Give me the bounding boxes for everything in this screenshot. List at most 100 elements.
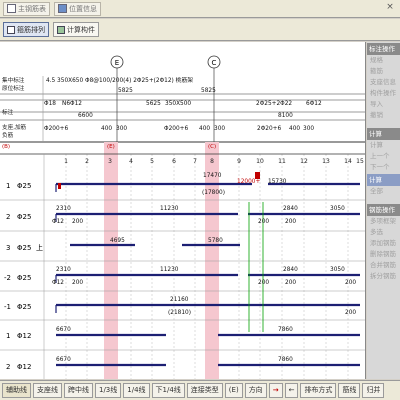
header-text: 300: [116, 126, 127, 132]
bar-label: 5780: [208, 238, 223, 244]
bar-label: (17800): [202, 190, 225, 196]
header-text: Φ200+6: [164, 126, 188, 132]
axis-tick: 9: [237, 158, 241, 165]
axis-c-label: C: [212, 59, 217, 67]
beam-drawing[interactable]: E C 集中标注 原位标注 标注 支座,加筋 负筋 4.5 350X650 Φ8…: [0, 42, 366, 379]
sidebar-section-rebar: 钢筋操作: [367, 204, 400, 216]
row-dia: Φ25: [17, 303, 31, 311]
support-line-button[interactable]: 支座线: [33, 383, 62, 398]
calc-icon: [57, 25, 65, 34]
stirrup-arrange-button[interactable]: 箍筋排列: [3, 22, 49, 37]
header-text: 350X500: [165, 101, 191, 107]
axis-tick: 1: [64, 158, 68, 165]
bar-label: 6670: [56, 327, 71, 333]
close-icon[interactable]: ×: [384, 2, 396, 14]
sidebar-item-delete-rebar[interactable]: 删除钢筋: [367, 249, 400, 260]
axis-tick: 8: [210, 158, 214, 165]
bar-label: 200: [345, 280, 356, 286]
row-label: 集中标注: [2, 76, 25, 84]
drawing-area[interactable]: E C 集中标注 原位标注 标注 支座,加筋 负筋 4.5 350X650 Φ8…: [0, 42, 366, 379]
position-icon: [58, 4, 67, 13]
connection-type-button[interactable]: 连接类型: [186, 383, 223, 398]
bar-label: 200: [258, 219, 269, 225]
direction-button[interactable]: 方向: [244, 383, 267, 398]
axis-tick: 6: [172, 158, 176, 165]
arrow-left-icon[interactable]: ←: [284, 383, 299, 398]
sidebar-item-next[interactable]: 下一个: [367, 162, 400, 173]
axis-tick: 2: [85, 158, 89, 165]
bar-label: 2310: [56, 206, 71, 212]
marker-b: (B): [2, 144, 10, 150]
bar-label: 7860: [278, 357, 293, 363]
header-text: 5825: [201, 88, 216, 94]
sidebar-item-multi-frame[interactable]: 多项框架: [367, 216, 400, 227]
bar-label: 11230: [160, 206, 179, 212]
sidebar-item-spec[interactable]: 规格: [367, 55, 400, 66]
row-label: 原位标注: [2, 84, 25, 92]
lower-quarter-button[interactable]: 下1/4线: [151, 383, 185, 398]
row-dia: Φ25: [17, 274, 31, 282]
sidebar-item-split-rebar[interactable]: 拆分钢筋: [367, 271, 400, 282]
sidebar-section-label-ops: 标注操作: [367, 43, 400, 55]
header-text: 4.5 350X650 Φ8@100/200(4) 2Φ25+(2Φ12) 桃筋…: [46, 76, 193, 84]
sidebar-section-calc: 计算: [367, 128, 400, 140]
bar-label: 7860: [278, 327, 293, 333]
bar-label: Φ12: [52, 280, 64, 286]
bar-label: 2840: [283, 206, 298, 212]
bar-label: 3050: [330, 267, 345, 273]
stirrup-arrange-label: 箍筋排列: [17, 25, 45, 34]
title-bar: 主钢筋表 位置信息 ×: [0, 0, 400, 18]
quarter-line-button[interactable]: 1/4线: [123, 383, 150, 398]
axis-tick: 15: [356, 158, 364, 165]
sidebar-item-import[interactable]: 导入: [367, 99, 400, 110]
merge-button[interactable]: 归并: [362, 383, 385, 398]
right-sidebar: 标注操作 规格 箍筋 支座信息 构件操作 导入 撤销 计算 计算 上一个 下一个…: [367, 42, 400, 379]
header-text: N6Φ12: [62, 101, 82, 107]
sidebar-item-member-ops[interactable]: 构件操作: [367, 88, 400, 99]
row-extra: 上: [36, 243, 43, 252]
calc-member-button[interactable]: 计算构件: [53, 22, 99, 37]
position-info-button[interactable]: 位置信息: [54, 1, 101, 16]
row-dia: Φ25: [17, 213, 31, 221]
stirrup-icon: [7, 25, 15, 34]
axis-tick: 4: [129, 158, 133, 165]
sidebar-item-add-rebar[interactable]: 添加钢筋: [367, 238, 400, 249]
table-icon: [7, 4, 16, 13]
main-rebar-table-button[interactable]: 主钢筋表: [3, 1, 50, 16]
bar-label: (21810): [168, 310, 191, 316]
aux-line-button[interactable]: 辅助线: [2, 383, 31, 398]
position-info-label: 位置信息: [69, 4, 97, 13]
bar-label: 12000+: [237, 179, 260, 185]
sidebar-item-support-info[interactable]: 支座信息: [367, 77, 400, 88]
marker-e: (E): [107, 144, 115, 150]
sidebar-item-all[interactable]: 全部: [367, 186, 400, 197]
header-text: 2Φ25+2Φ22: [256, 101, 292, 107]
axis-tick: 10: [256, 158, 264, 165]
bar-label: 6670: [56, 357, 71, 363]
bar-label: 200: [285, 219, 296, 225]
marker-c: (C): [208, 144, 216, 150]
row-dia: Φ25: [17, 244, 31, 252]
bar-label: 2310: [56, 267, 71, 273]
row-num: -1: [4, 303, 11, 311]
third-line-button[interactable]: 1/3线: [95, 383, 122, 398]
sidebar-item-prev[interactable]: 上一个: [367, 151, 400, 162]
bar-label: 200: [345, 310, 356, 316]
header-row-labels: 集中标注 原位标注 标注 支座,加筋 负筋: [2, 76, 27, 139]
sidebar-item-calc[interactable]: 计算: [367, 140, 400, 151]
bar-label: 200: [72, 219, 83, 225]
connection-type-select[interactable]: (E): [224, 383, 243, 398]
sidebar-item-undo[interactable]: 撤销: [367, 110, 400, 121]
arrow-right-icon[interactable]: →: [268, 383, 283, 398]
bar-label: 21160: [170, 297, 189, 303]
sidebar-item-stirrup[interactable]: 箍筋: [367, 66, 400, 77]
main-rebar-table-label: 主钢筋表: [18, 4, 46, 13]
midspan-line-button[interactable]: 跨中线: [64, 383, 93, 398]
row-label: 支座,加筋: [2, 123, 27, 131]
sidebar-item-merge-rebar[interactable]: 合并钢筋: [367, 260, 400, 271]
bar-line-button[interactable]: 筋线: [338, 383, 361, 398]
sidebar-item-multi-select[interactable]: 多选: [367, 227, 400, 238]
layout-mode-button[interactable]: 排布方式: [300, 383, 337, 398]
row-num: -2: [4, 274, 11, 282]
header-text: 5625: [146, 101, 161, 107]
